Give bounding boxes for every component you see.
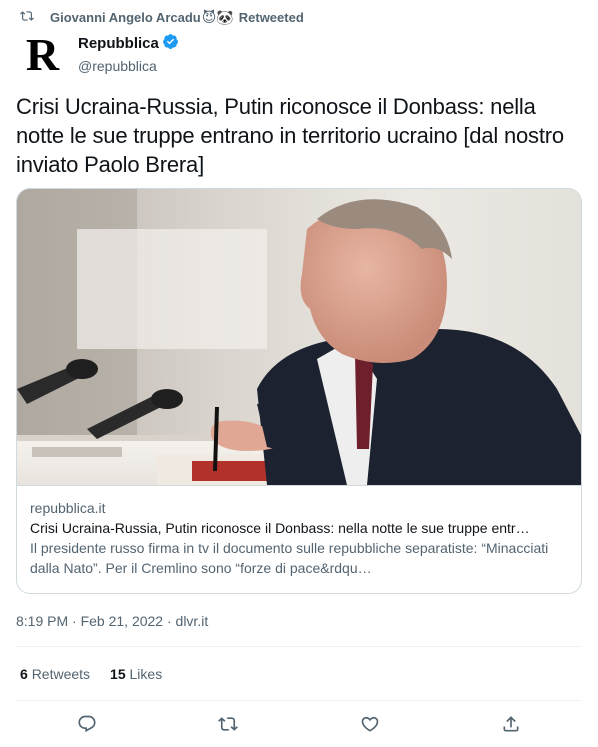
display-name-row[interactable]: Repubblica [78,33,179,56]
likes-count: 15 [110,666,126,682]
retweets-label: Retweets [31,666,91,682]
like-button[interactable] [352,706,388,742]
link-card[interactable]: repubblica.it Crisi Ucraina-Russia, Puti… [16,188,582,594]
divider [16,646,582,647]
retweeted-label: Retweeted [238,9,304,25]
engagement-stats: 6 Retweets 15 Likes [20,664,182,684]
retweet-button[interactable] [210,706,246,742]
card-body[interactable]: repubblica.it Crisi Ucraina-Russia, Puti… [17,485,581,593]
card-image[interactable] [17,189,581,485]
retweets-stat[interactable]: 6 Retweets [20,664,90,684]
display-name[interactable]: Repubblica [78,34,159,54]
tweet-text: Crisi Ucraina-Russia, Putin riconosce il… [16,94,564,177]
reply-button[interactable] [69,706,105,742]
divider [16,700,582,701]
likes-stat[interactable]: 15 Likes [110,664,162,684]
card-photo [17,189,581,485]
tweet-header: R Repubblica @repubblica [18,29,179,80]
likes-label: Likes [129,666,163,682]
avatar[interactable]: R [18,29,66,80]
author-names: Repubblica @repubblica [78,33,179,76]
share-button[interactable] [493,706,529,742]
retweeter-emojis: 😈🐼 [201,8,234,25]
handle[interactable]: @repubblica [78,56,179,76]
retweet-icon [218,717,239,731]
retweeter-name[interactable]: Giovanni Angelo Arcadu [50,10,201,25]
retweets-count: 6 [20,666,28,682]
like-icon [361,716,379,732]
card-domain: repubblica.it [30,500,106,516]
card-description: Il presidente russo firma in tv il docum… [30,540,549,576]
verified-badge-icon [159,33,179,56]
retweet-icon [20,9,50,26]
retweet-context[interactable]: Giovanni Angelo Arcadu 😈🐼 Retweeted [20,7,304,27]
share-icon [503,716,519,732]
tweet-meta[interactable]: 8:19 PM · Feb 21, 2022 · dlvr.it [16,611,208,631]
action-bar [16,706,582,742]
reply-icon [78,715,96,733]
card-title: Crisi Ucraina-Russia, Putin riconosce il… [30,520,530,536]
